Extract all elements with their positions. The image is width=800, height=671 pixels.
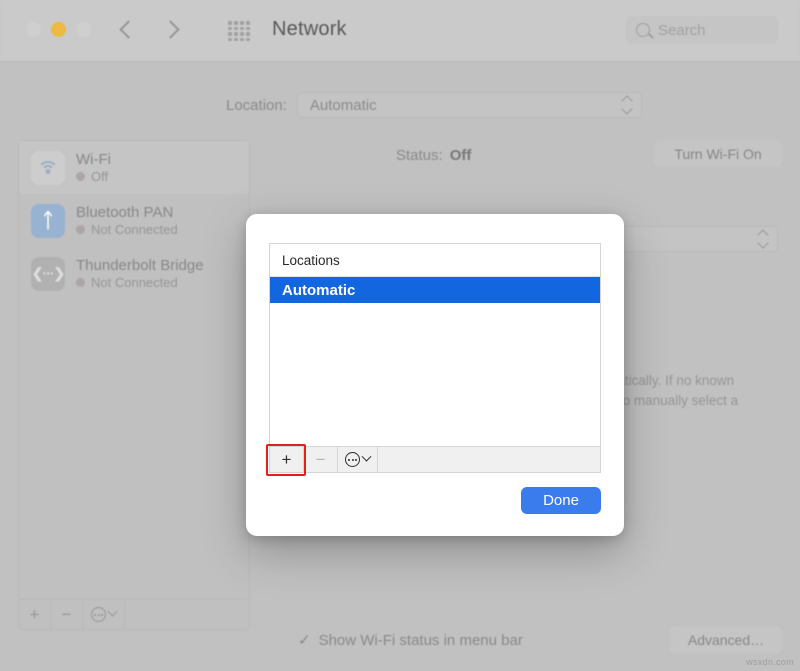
done-button[interactable]: Done [521,487,601,514]
add-location-button[interactable]: + [270,447,304,472]
network-preferences-window: Network Search Location: Automatic Wi-Fi [0,0,800,671]
locations-dialog: Locations Automatic + − Done [246,214,624,536]
watermark: wsxdn.com [746,657,794,667]
circle-ellipsis-icon [345,452,360,467]
toolbar-filler [378,447,600,472]
action-menu-icon[interactable] [338,447,378,472]
locations-list-header: Locations [270,244,600,277]
locations-list: Locations Automatic [269,243,601,447]
chevron-down-icon [361,451,372,462]
locations-toolbar: + − [269,447,601,473]
remove-location-button[interactable]: − [304,447,338,472]
list-item[interactable]: Automatic [270,277,600,303]
